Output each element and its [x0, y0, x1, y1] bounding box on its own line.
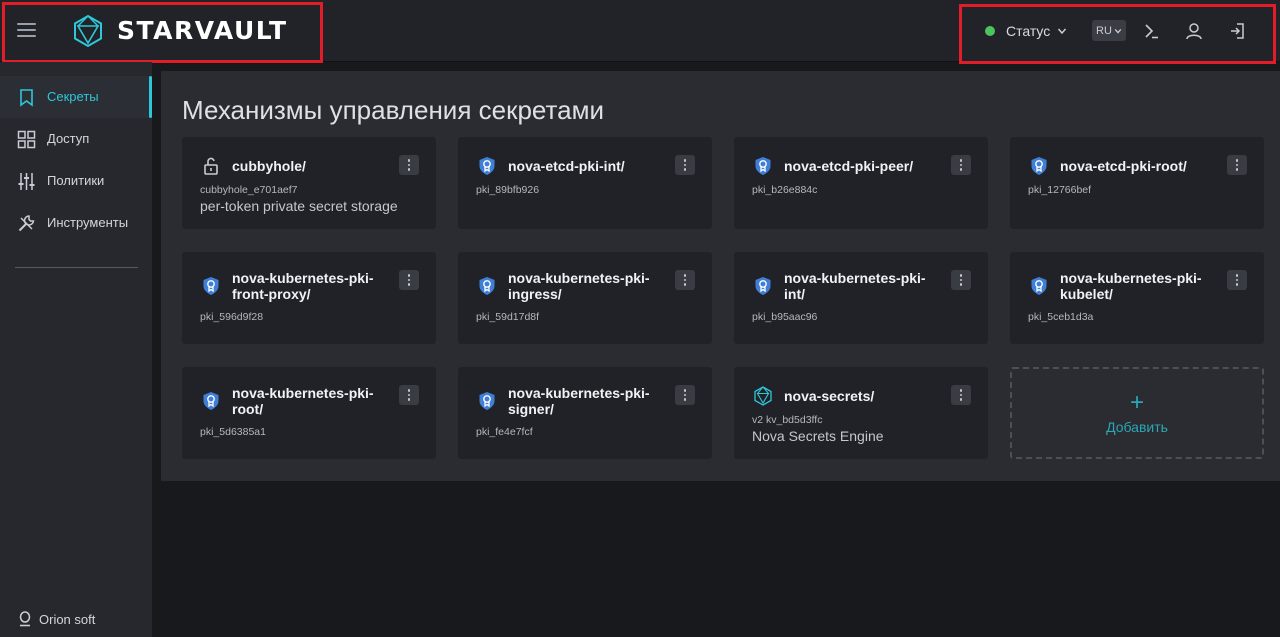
sidebar-item-tools[interactable]: Инструменты: [0, 202, 152, 244]
engine-accessor: pki_b95aac96: [752, 311, 818, 323]
sidebar-item-secrets[interactable]: Секреты: [0, 76, 152, 118]
engine-accessor: pki_89bfb926: [476, 184, 540, 196]
engine-title: nova-kubernetes-pki-front-proxy/: [232, 270, 374, 302]
engine-accessor: pki_b26e884c: [752, 184, 818, 196]
add-engine-button[interactable]: + Добавить: [1010, 367, 1264, 459]
footer-brand-label: Orion soft: [39, 611, 96, 627]
engine-card-nova-kubernetes-pki-int[interactable]: nova-kubernetes-pki-int/ pki_b95aac96: [734, 252, 988, 344]
lock-icon: [204, 157, 218, 175]
engine-accessor: pki_5ceb1d3a: [1028, 311, 1094, 323]
certificate-icon: [755, 157, 771, 175]
certificate-icon: [755, 277, 771, 295]
engine-card-nova-kubernetes-pki-ingress[interactable]: nova-kubernetes-pki-ingress/ pki_59d17d8…: [458, 252, 712, 344]
sidebar-item-label: Секреты: [47, 89, 99, 104]
active-indicator: [149, 76, 152, 118]
kebab-menu-button[interactable]: [951, 155, 971, 175]
engine-card-nova-kubernetes-pki-kubelet[interactable]: nova-kubernetes-pki-kubelet/ pki_5ceb1d3…: [1010, 252, 1264, 344]
engine-card-nova-secrets[interactable]: nova-secrets/ v2 kv_bd5d3ffc Nova Secret…: [734, 367, 988, 459]
highlight-toolbar-area: [959, 4, 1276, 64]
certificate-icon: [1031, 277, 1047, 295]
kebab-menu-button[interactable]: [399, 270, 419, 290]
certificate-icon: [203, 277, 219, 295]
kebab-menu-button[interactable]: [675, 385, 695, 405]
certificate-icon: [1031, 157, 1047, 175]
engine-card-cubbyhole[interactable]: cubbyhole/ cubbyhole_e701aef7 per-token …: [182, 137, 436, 229]
sidebar-item-label: Инструменты: [47, 215, 129, 230]
kebab-menu-button[interactable]: [1227, 155, 1247, 175]
engine-title: nova-kubernetes-pki-root/: [232, 385, 374, 417]
sidebar-item-label: Политики: [47, 173, 105, 188]
certificate-icon: [479, 157, 495, 175]
engine-card-nova-etcd-pki-peer[interactable]: nova-etcd-pki-peer/ pki_b26e884c: [734, 137, 988, 229]
sidebar: Секреты Доступ Политики Инструменты Orio…: [0, 62, 152, 637]
engine-card-nova-kubernetes-pki-front-proxy[interactable]: nova-kubernetes-pki-front-proxy/ pki_596…: [182, 252, 436, 344]
engine-title: nova-etcd-pki-int/: [508, 158, 625, 174]
bookmark-icon: [20, 89, 33, 107]
kebab-menu-button[interactable]: [675, 155, 695, 175]
engine-title: nova-kubernetes-pki-ingress/: [508, 270, 650, 302]
page-title: Механизмы управления секретами: [182, 95, 604, 125]
kebab-menu-button[interactable]: [399, 385, 419, 405]
engine-accessor: pki_fe4e7fcf: [476, 426, 533, 438]
engine-title: nova-kubernetes-pki-signer/: [508, 385, 650, 417]
engine-accessor: pki_596d9f28: [200, 311, 264, 323]
engine-card-nova-etcd-pki-int[interactable]: nova-etcd-pki-int/ pki_89bfb926: [458, 137, 712, 229]
kebab-menu-button[interactable]: [675, 270, 695, 290]
certificate-icon: [479, 392, 495, 410]
sidebar-item-access[interactable]: Доступ: [0, 118, 152, 160]
plus-icon: +: [1129, 389, 1144, 416]
engine-accessor: pki_5d6385a1: [200, 426, 266, 438]
engine-title: nova-secrets/: [784, 388, 875, 404]
engine-accessor: pki_59d17d8f: [476, 311, 540, 323]
engine-card-nova-kubernetes-pki-root[interactable]: nova-kubernetes-pki-root/ pki_5d6385a1: [182, 367, 436, 459]
engine-title: nova-kubernetes-pki-int/: [784, 270, 926, 302]
kebab-menu-button[interactable]: [399, 155, 419, 175]
sidebar-item-policies[interactable]: Политики: [0, 160, 152, 202]
sliders-icon: [18, 173, 35, 190]
main-panel: Механизмы управления секретами cubbyhole…: [161, 71, 1280, 481]
sidebar-divider: [15, 267, 138, 268]
kebab-menu-button[interactable]: [951, 270, 971, 290]
hexagon-icon: [754, 386, 772, 406]
kebab-menu-button[interactable]: [951, 385, 971, 405]
engine-description: per-token private secret storage: [200, 198, 398, 214]
footer-brand: Orion soft: [18, 611, 95, 627]
engine-card-nova-etcd-pki-root[interactable]: nova-etcd-pki-root/ pki_12766bef: [1010, 137, 1264, 229]
tools-icon: [18, 215, 35, 232]
engine-title: nova-kubernetes-pki-kubelet/: [1060, 270, 1202, 302]
engine-card-nova-kubernetes-pki-signer[interactable]: nova-kubernetes-pki-signer/ pki_fe4e7fcf: [458, 367, 712, 459]
engine-title: nova-etcd-pki-peer/: [784, 158, 914, 174]
kebab-menu-button[interactable]: [1227, 270, 1247, 290]
orion-logo-icon: [19, 611, 31, 627]
certificate-icon: [479, 277, 495, 295]
certificate-icon: [203, 392, 219, 410]
highlight-logo-area: [2, 2, 323, 63]
engine-accessor: pki_12766bef: [1028, 184, 1092, 196]
sidebar-item-label: Доступ: [47, 131, 90, 146]
engine-description: Nova Secrets Engine: [752, 428, 884, 444]
engine-title: cubbyhole/: [232, 158, 306, 174]
grid-icon: [17, 130, 36, 149]
engine-accessor: v2 kv_bd5d3ffc: [752, 414, 823, 426]
engine-accessor: cubbyhole_e701aef7: [200, 184, 298, 196]
add-engine-label: Добавить: [1106, 419, 1168, 435]
engine-title: nova-etcd-pki-root/: [1060, 158, 1187, 174]
